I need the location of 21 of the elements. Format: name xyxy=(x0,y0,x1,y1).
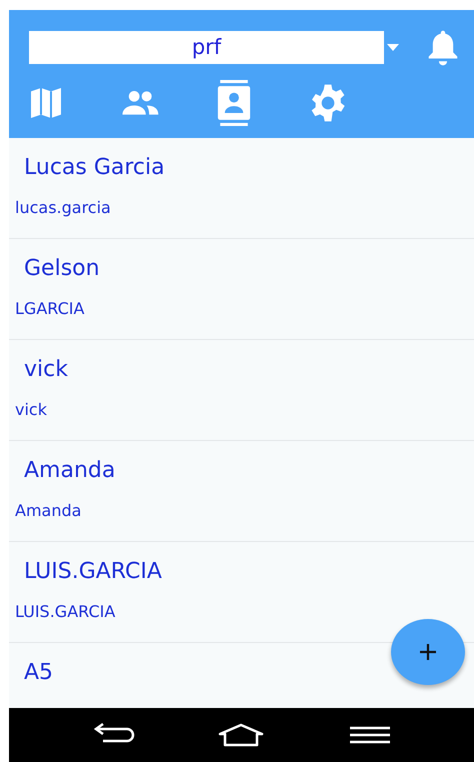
contact-username: vick xyxy=(15,400,48,419)
contact-name: Lucas Garcia xyxy=(24,155,166,180)
home-icon[interactable] xyxy=(217,723,266,747)
contact-username: LUIS.GARCIA xyxy=(15,602,116,621)
add-button[interactable] xyxy=(391,619,465,685)
contact-username: lucas.garcia xyxy=(15,198,112,217)
bell-icon[interactable] xyxy=(426,28,460,66)
contact-username: LGARCIA xyxy=(15,299,86,318)
contact-item[interactable]: Lucas Garcia lucas.garcia xyxy=(9,138,474,239)
contact-name: A5 xyxy=(24,660,54,685)
caret-icon[interactable] xyxy=(387,44,399,50)
contact-item[interactable]: vick vick xyxy=(9,340,474,441)
plus-icon xyxy=(418,642,438,662)
contact-item[interactable]: Amanda Amanda xyxy=(9,441,474,542)
contact-username: Amanda xyxy=(15,501,82,520)
contact-name: LUIS.GARCIA xyxy=(24,559,163,584)
contact-name: Gelson xyxy=(24,256,101,281)
account-dropdown[interactable]: prf xyxy=(29,30,384,64)
contact-item[interactable]: Gelson LGARCIA xyxy=(9,239,474,340)
contact-name: Amanda xyxy=(24,458,116,483)
contact-name: vick xyxy=(24,357,69,382)
